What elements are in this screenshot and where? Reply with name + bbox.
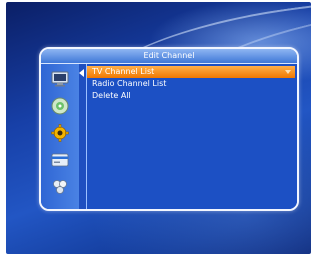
category-sidebar — [41, 64, 79, 209]
disc-icon[interactable] — [50, 96, 70, 116]
chevron-down-icon — [285, 70, 291, 74]
tv-screen: Edit Channel TV Channel List Radio Chann… — [6, 2, 311, 254]
card-icon[interactable] — [50, 150, 70, 170]
menu-item-label: TV Channel List — [92, 67, 155, 76]
menu-list: TV Channel List Radio Channel List Delet… — [86, 64, 297, 209]
menu-item-radio-channel-list[interactable]: Radio Channel List — [87, 78, 295, 90]
tv-icon[interactable] — [50, 69, 70, 89]
menu-item-tv-channel-list[interactable]: TV Channel List — [87, 66, 295, 78]
gear-icon[interactable] — [50, 123, 70, 143]
panel-title: Edit Channel — [41, 49, 297, 64]
menu-item-label: Radio Channel List — [92, 79, 167, 88]
tools-icon[interactable] — [50, 177, 70, 197]
edit-channel-panel: Edit Channel TV Channel List Radio Chann… — [39, 47, 299, 211]
selection-arrow-icon — [79, 69, 84, 77]
menu-item-delete-all[interactable]: Delete All — [87, 90, 295, 102]
menu-item-label: Delete All — [92, 91, 131, 100]
